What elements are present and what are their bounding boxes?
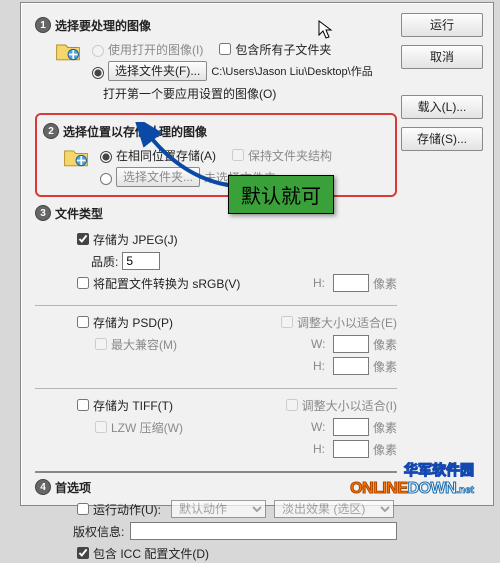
psd-resize-check [281,316,293,328]
save-psd-check[interactable] [77,316,89,328]
use-open-images-radio [92,45,104,57]
unit-label: 像素 [373,419,397,436]
watermark-cn: 华军软件园 [350,460,474,480]
psd-w-input [333,335,369,353]
watermark-en2: DOWN [408,480,457,497]
section-source: 1 选择要处理的图像 使用打开的图像(I) 包含所有子文件夹 [35,15,397,105]
dest-choose-folder-button[interactable]: 选择文件夹... [116,167,200,187]
save-jpeg-check[interactable] [77,233,89,245]
tiff-h-input [333,440,369,458]
section-destination-title: 选择位置以存储处理的图像 [63,123,207,140]
annotation-tooltip: 默认就可 [228,175,334,214]
save-same-location-label: 在相同位置存储(A) [116,147,216,164]
icc-check[interactable] [77,547,89,559]
save-same-location-radio[interactable] [100,151,112,163]
divider [35,305,397,306]
divider [35,388,397,389]
watermark: 华军软件园 ONLINEDOWN.net [350,460,474,498]
cursor-icon [318,20,334,43]
run-action-check[interactable] [77,503,89,515]
folder-icon[interactable] [61,143,91,171]
psd-h-input [333,357,369,375]
max-compat-check [95,338,107,350]
tiff-resize-check [286,399,298,411]
action-name-select: 淡出效果 (选区) [274,500,394,518]
srgb-check[interactable] [77,277,89,289]
psd-resize-label: 调整大小以适合(E) [297,314,397,331]
copyright-label: 版权信息: [73,523,124,540]
step-1-badge: 1 [35,17,51,33]
source-folder-path: C:\Users\Jason Liu\Desktop\作品 [211,63,372,79]
section-source-title: 选择要处理的图像 [55,17,151,34]
watermark-en1: ONLINE [350,480,407,497]
unit-label: 像素 [373,275,397,292]
dialog-content: 1 选择要处理的图像 使用打开的图像(I) 包含所有子文件夹 [21,3,493,505]
keep-structure-label: 保持文件夹结构 [248,147,332,164]
step-2-badge: 2 [43,123,59,139]
h-label: H: [311,276,325,290]
tiff-w-input [333,418,369,436]
lzw-label: LZW 压缩(W) [111,419,183,436]
unit-label: 像素 [373,336,397,353]
section-filetype: 3 文件类型 存储为 JPEG(J) 品质: 将配置文件转换为 sRGB(V) … [35,203,397,465]
open-first-image-label: 打开第一个要应用设置的图像(O) [103,85,276,102]
unit-label: 像素 [373,441,397,458]
tiff-resize-label: 调整大小以适合(I) [302,397,397,414]
save-tiff-label: 存储为 TIFF(T) [93,397,173,414]
run-action-label: 运行动作(U): [93,501,161,518]
jpeg-h-input [333,274,369,292]
quality-label: 品质: [91,253,118,270]
h-label: H: [311,359,325,373]
max-compat-label: 最大兼容(M) [111,336,177,353]
choose-folder-radio[interactable] [92,67,104,79]
include-subfolders-label: 包含所有子文件夹 [235,41,331,58]
lzw-check [95,421,107,433]
save-psd-label: 存储为 PSD(P) [93,314,173,331]
unit-label: 像素 [373,358,397,375]
step-4-badge: 4 [35,479,51,495]
w-label: W: [311,420,325,434]
choose-folder-button[interactable]: 选择文件夹(F)... [108,61,207,81]
save-jpeg-label: 存储为 JPEG(J) [93,231,178,248]
quality-input[interactable] [122,252,160,270]
icc-label: 包含 ICC 配置文件(D) [93,545,209,562]
h-label: H: [311,442,325,456]
step-3-badge: 3 [35,205,51,221]
include-subfolders-check[interactable] [219,43,231,55]
section-filetype-title: 文件类型 [55,205,103,222]
dialog-frame: 运行 取消 载入(L)... 存储(S)... 1 选择要处理的图像 使用打开的… [20,2,494,506]
section-prefs: 4 首选项 运行动作(U): 默认动作 淡出效果 (选区) 版权信息: 包含 I… [35,477,397,563]
dest-choose-folder-radio[interactable] [100,173,112,185]
keep-structure-check [232,149,244,161]
copyright-input[interactable] [130,522,397,540]
w-label: W: [311,337,325,351]
section-divider [35,471,397,473]
action-set-select: 默认动作 [171,500,266,518]
section-prefs-title: 首选项 [55,479,91,496]
watermark-net: .net [456,485,474,496]
save-tiff-check[interactable] [77,399,89,411]
use-open-images-label: 使用打开的图像(I) [108,41,203,58]
srgb-label: 将配置文件转换为 sRGB(V) [93,275,240,292]
section-destination-highlight: 2 选择位置以存储处理的图像 在相同位置存储(A) 保持文件夹结构 [35,113,397,197]
folder-icon[interactable] [53,37,83,65]
